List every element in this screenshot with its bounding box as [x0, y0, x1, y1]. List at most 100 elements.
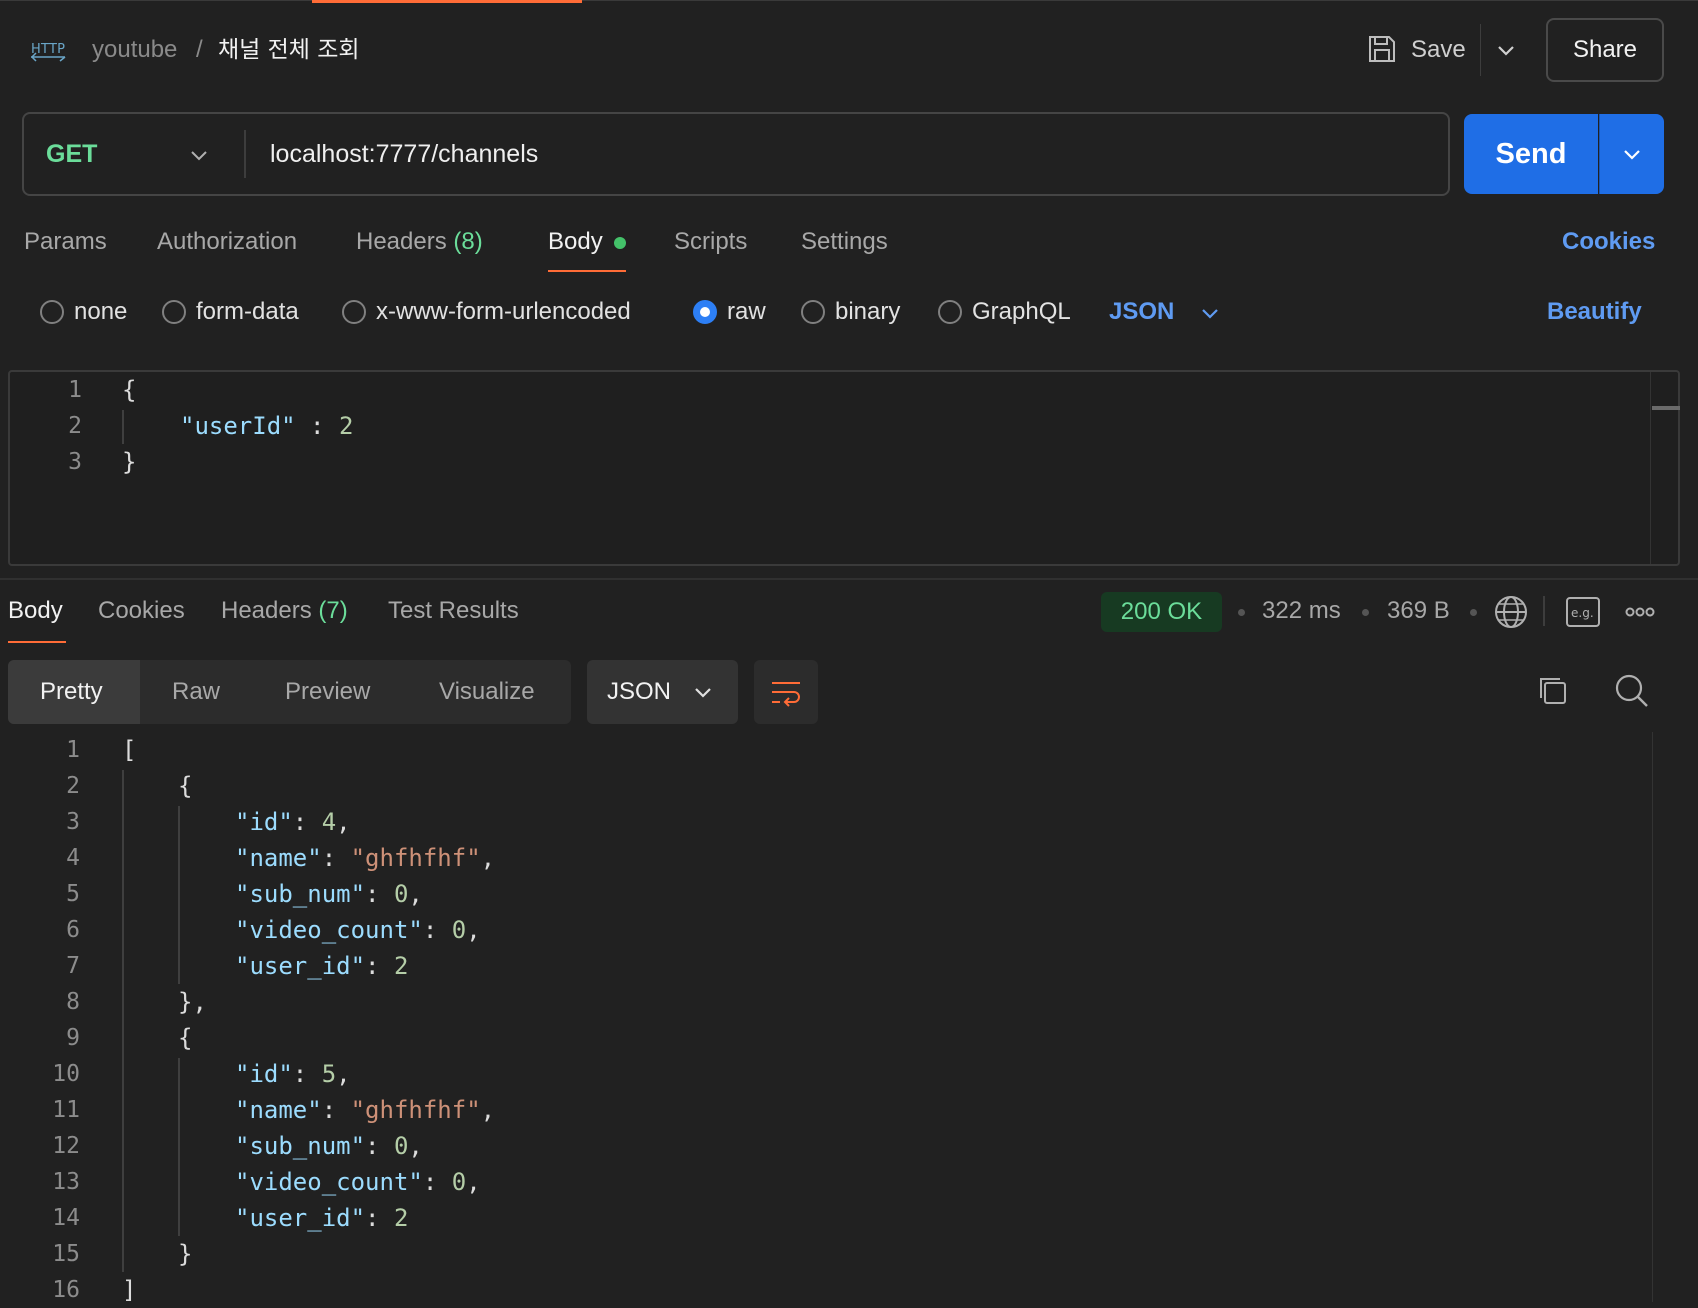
line-number: 15	[52, 1241, 80, 1267]
radio-urlencoded-label[interactable]: x-www-form-urlencoded	[376, 296, 631, 328]
more-options-icon[interactable]	[1624, 602, 1656, 622]
line-number: 5	[66, 881, 80, 907]
code-line: "user_id": 2	[235, 952, 409, 980]
cookies-link[interactable]: Cookies	[1562, 226, 1655, 258]
response-tab-body[interactable]: Body	[8, 595, 63, 627]
view-raw-button[interactable]: Raw	[172, 676, 220, 708]
response-size[interactable]: 369 B	[1387, 595, 1450, 627]
breadcrumb-collection[interactable]: youtube	[92, 35, 177, 65]
editor-minimap-divider	[1650, 372, 1651, 564]
json-key: "id"	[235, 808, 293, 836]
raw-format-chevron-down-icon[interactable]	[1198, 301, 1222, 325]
code-token: }	[178, 1240, 193, 1268]
send-button[interactable]: Send	[1464, 114, 1598, 194]
tab-body[interactable]: Body	[548, 226, 603, 258]
save-icon[interactable]	[1366, 33, 1398, 65]
url-input[interactable]	[270, 134, 1420, 174]
radio-graphql-label[interactable]: GraphQL	[972, 296, 1071, 328]
json-key: "user_id"	[235, 1204, 366, 1232]
radio-binary-label[interactable]: binary	[835, 296, 900, 328]
method-chevron-down-icon[interactable]	[186, 142, 212, 168]
tab-headers-label: Headers	[356, 228, 447, 255]
wrap-lines-icon[interactable]	[769, 675, 803, 709]
response-tab-headers[interactable]: Headers (7)	[221, 595, 348, 627]
tab-params[interactable]: Params	[24, 226, 107, 258]
json-key: "video_count"	[235, 916, 423, 944]
meta-separator	[1470, 609, 1477, 616]
json-number: 2	[393, 952, 409, 980]
save-divider	[1480, 24, 1481, 76]
editor-scrollbar-thumb[interactable]	[1652, 406, 1680, 410]
json-key: "id"	[235, 1060, 293, 1088]
radio-graphql[interactable]	[938, 300, 962, 324]
meta-separator	[1238, 609, 1245, 616]
view-pretty-label[interactable]: Pretty	[40, 676, 103, 708]
radio-raw[interactable]	[693, 300, 717, 324]
radio-form-data[interactable]	[162, 300, 186, 324]
json-key: "name"	[235, 844, 322, 872]
response-time[interactable]: 322 ms	[1262, 595, 1341, 627]
tab-authorization[interactable]: Authorization	[157, 226, 297, 258]
line-number: 2	[68, 413, 82, 439]
json-number: 5	[321, 1060, 337, 1088]
save-example-icon[interactable]: e.g.	[1566, 597, 1600, 627]
breadcrumb-separator: /	[196, 36, 203, 63]
code-line: "sub_num": 0,	[235, 880, 423, 908]
body-modified-indicator	[614, 237, 626, 249]
code-token: {	[178, 772, 193, 800]
meta-separator	[1362, 609, 1369, 616]
svg-text:e.g.: e.g.	[1571, 606, 1594, 620]
json-number: 0	[451, 916, 467, 944]
tab-headers[interactable]: Headers (8)	[356, 226, 483, 258]
line-number: 10	[52, 1061, 80, 1087]
json-number: 4	[321, 808, 337, 836]
method-select[interactable]: GET	[46, 138, 97, 170]
copy-icon[interactable]	[1536, 674, 1570, 708]
code-line: "name": "ghfhfhf",	[235, 1096, 496, 1124]
response-tab-cookies[interactable]: Cookies	[98, 595, 185, 627]
code-token: }	[122, 448, 137, 476]
send-chevron-down-icon[interactable]	[1619, 141, 1645, 167]
indent-guide	[122, 770, 124, 1272]
method-divider	[244, 130, 246, 178]
radio-raw-label[interactable]: raw	[727, 296, 766, 328]
line-number: 16	[52, 1277, 80, 1303]
radio-none[interactable]	[40, 300, 64, 324]
globe-icon[interactable]	[1494, 595, 1528, 629]
json-number: 0	[393, 880, 409, 908]
response-format-chevron-down-icon[interactable]	[690, 679, 716, 705]
view-preview-button[interactable]: Preview	[285, 676, 370, 708]
response-divider[interactable]	[0, 578, 1698, 580]
share-button[interactable]: Share	[1546, 18, 1664, 82]
code-line: "user_id": 2	[235, 1204, 409, 1232]
response-tab-test-results[interactable]: Test Results	[388, 595, 519, 627]
status-badge[interactable]: 200 OK	[1101, 592, 1222, 632]
radio-binary[interactable]	[801, 300, 825, 324]
code-line: "name": "ghfhfhf",	[235, 844, 496, 872]
line-number: 1	[66, 737, 80, 763]
search-icon[interactable]	[1614, 673, 1650, 709]
request-body-editor[interactable]	[8, 370, 1680, 566]
view-visualize-button[interactable]: Visualize	[439, 676, 535, 708]
tab-headers-count: (8)	[453, 228, 483, 255]
save-options-chevron-down-icon[interactable]	[1492, 36, 1520, 64]
json-key: "video_count"	[235, 1168, 423, 1196]
tab-scripts[interactable]: Scripts	[674, 226, 747, 258]
line-number: 7	[66, 953, 80, 979]
request-name[interactable]: 채널 전체 조회	[218, 35, 360, 65]
svg-text:HTTP: HTTP	[31, 42, 65, 57]
response-scrollbar-track[interactable]	[1652, 732, 1653, 1302]
response-tab-headers-label: Headers	[221, 597, 312, 624]
raw-format-select[interactable]: JSON	[1109, 296, 1174, 328]
beautify-button[interactable]: Beautify	[1547, 296, 1642, 328]
json-string: "ghfhfhf"	[350, 1096, 481, 1124]
radio-urlencoded[interactable]	[342, 300, 366, 324]
radio-form-data-label[interactable]: form-data	[196, 296, 299, 328]
line-number: 1	[68, 377, 82, 403]
indent-guide	[178, 1058, 180, 1236]
tab-settings[interactable]: Settings	[801, 226, 888, 258]
json-key: "user_id"	[235, 952, 366, 980]
radio-none-label[interactable]: none	[74, 296, 127, 328]
save-button[interactable]: Save	[1411, 35, 1466, 65]
response-format-label[interactable]: JSON	[607, 676, 671, 708]
